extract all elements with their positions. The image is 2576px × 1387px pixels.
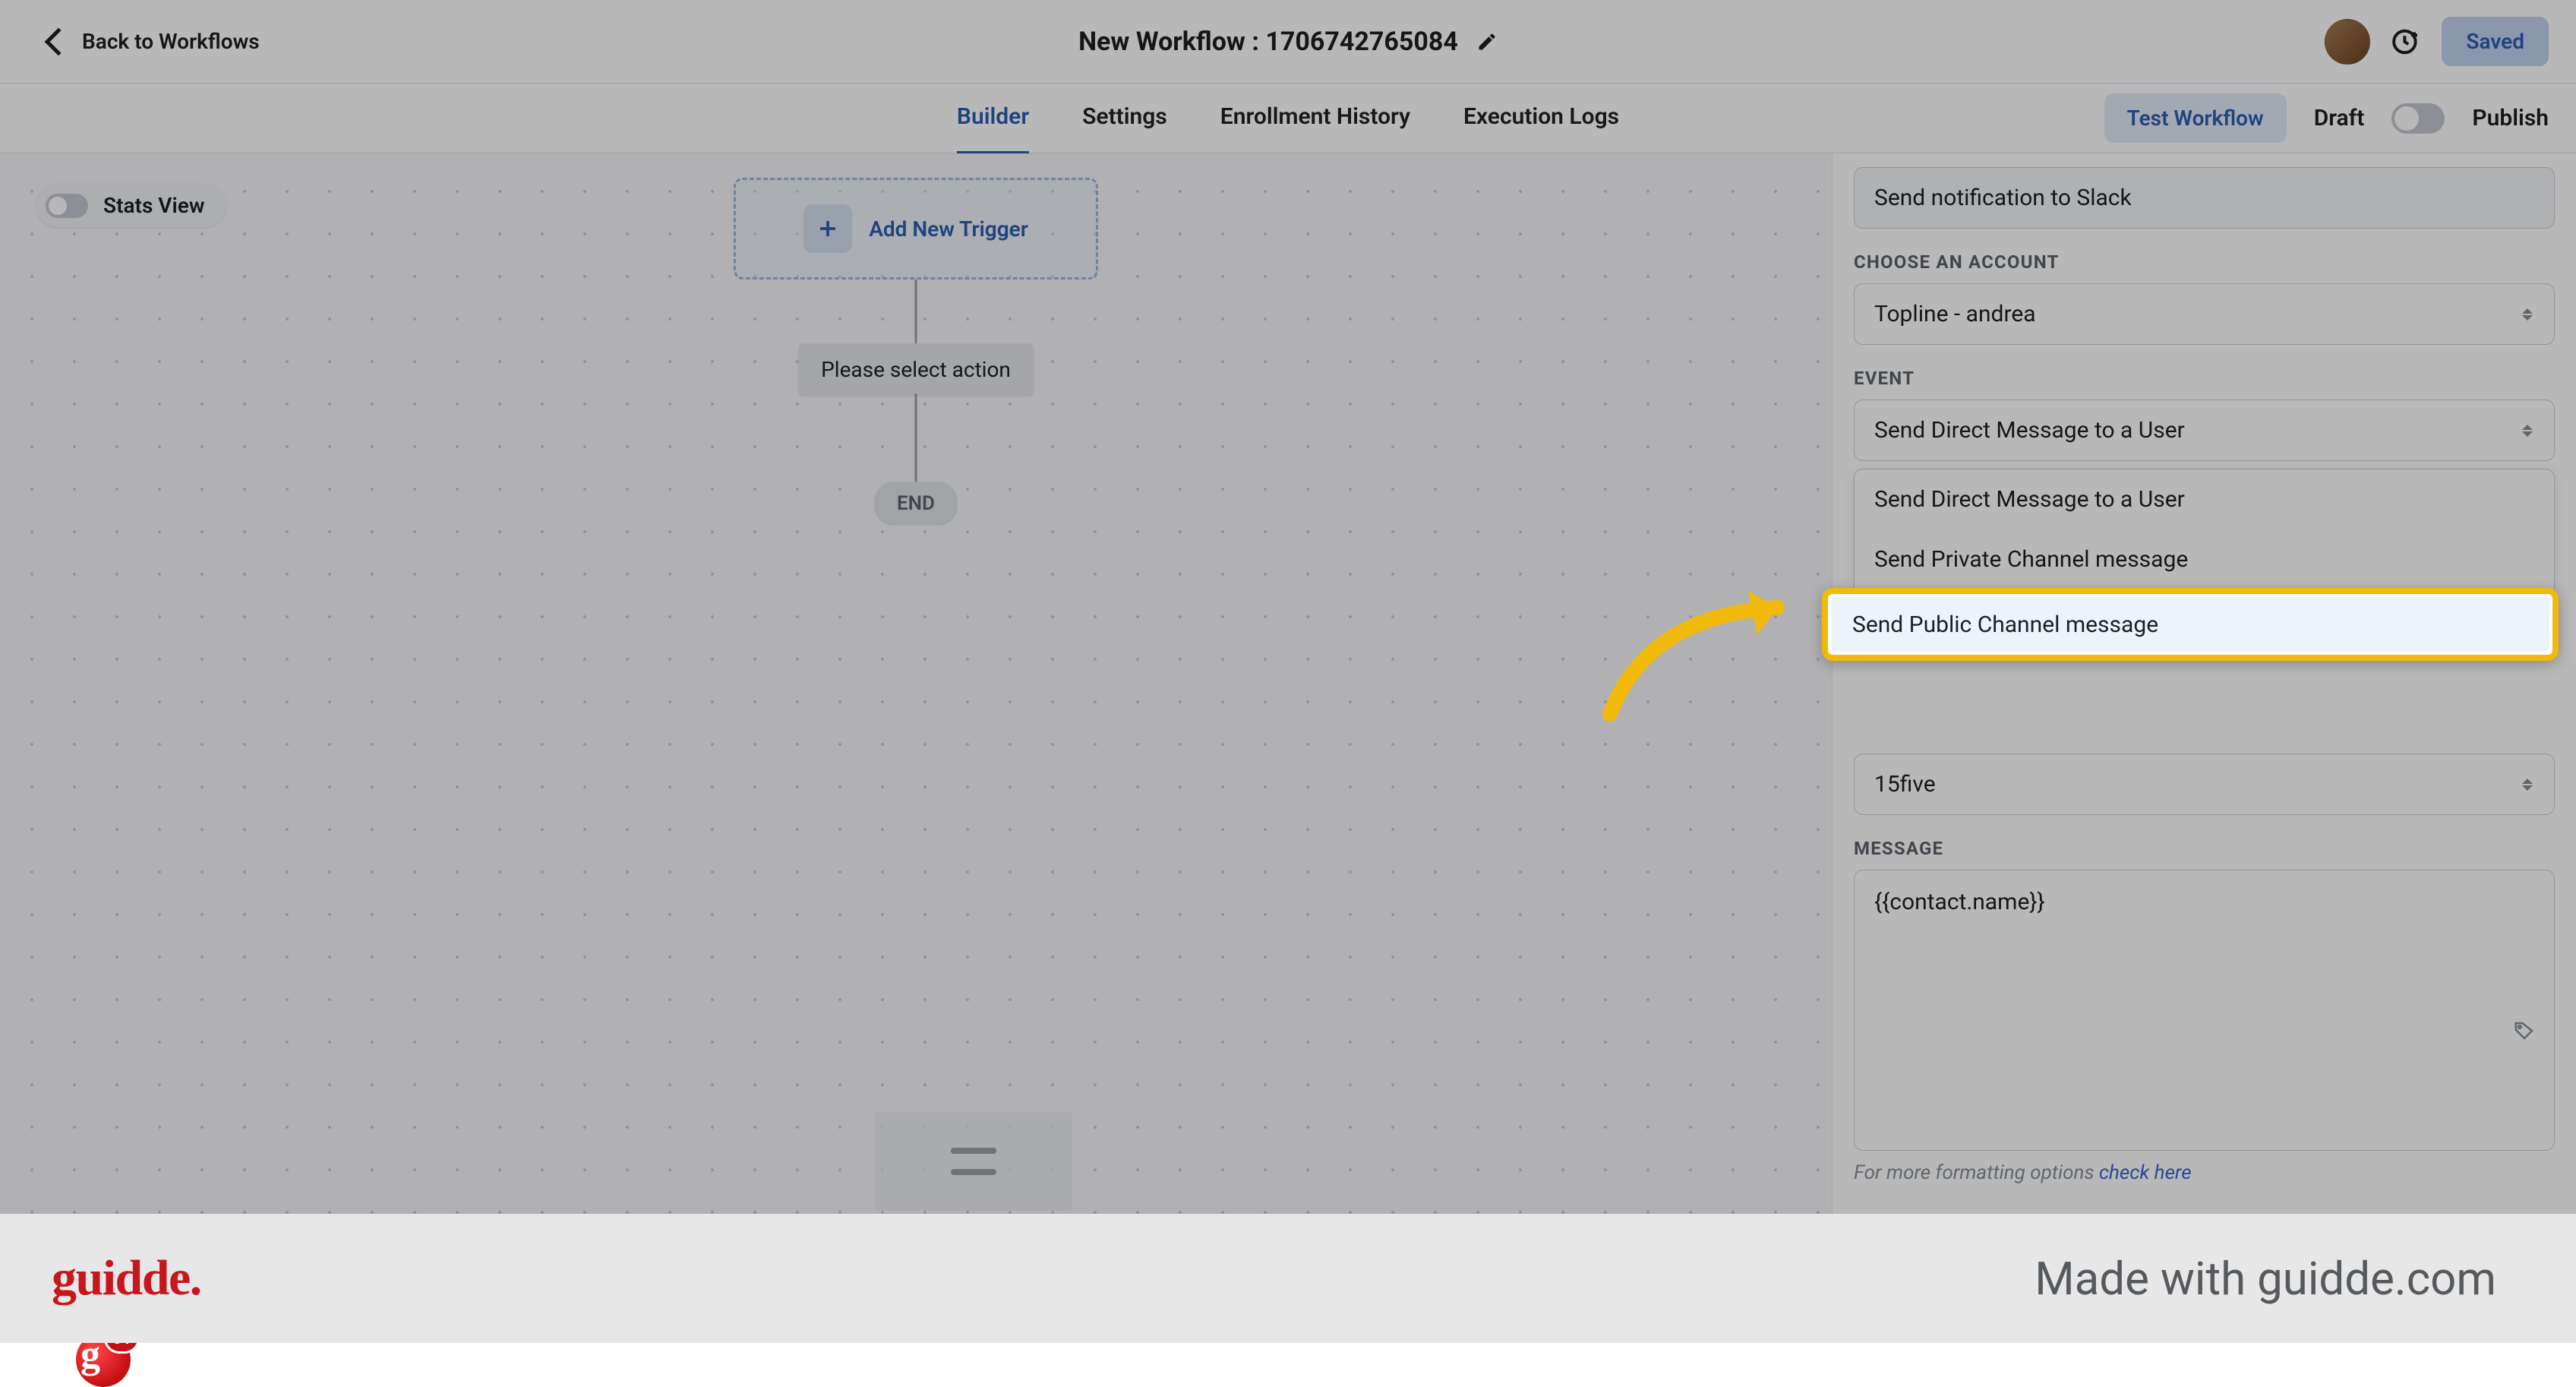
subheader-right: Test Workflow Draft Publish [2104,93,2549,143]
account-value: Topline - andrea [1874,301,2036,327]
account-label: CHOOSE AN ACCOUNT [1854,251,2555,273]
tab-execution[interactable]: Execution Logs [1463,82,1619,155]
message-value: {{contact.name}} [1874,889,2045,915]
publish-toggle[interactable] [2391,103,2445,134]
add-trigger-box[interactable]: Add New Trigger [734,178,1098,280]
connector-line [915,393,917,482]
subheader: Builder Settings Enrollment History Exec… [0,84,2576,153]
stats-view-pill: Stats View [36,184,226,227]
main: Stats View Add New Trigger Please select… [0,153,2576,1215]
stats-view-label: Stats View [103,193,205,218]
message-field-block: MESSAGE {{contact.name}} For more format… [1854,838,2555,1184]
side-panel: Send notification to Slack CHOOSE AN ACC… [1832,153,2576,1215]
highlight-option[interactable]: Send Public Channel message [1831,597,2549,652]
workflow-title: New Workflow : 1706742765084 [1078,27,1458,57]
highlight-box: Send Public Channel message [1822,588,2559,661]
back-button[interactable]: Back to Workflows [49,29,260,54]
message-textarea[interactable]: {{contact.name}} [1854,870,2555,1151]
tab-enrollment[interactable]: Enrollment History [1220,82,1410,155]
connector-line [915,280,917,343]
activity-icon[interactable] [2391,27,2420,56]
account-field-block: CHOOSE AN ACCOUNT Topline - andrea [1854,251,2555,345]
select-action-node[interactable]: Please select action [798,343,1034,396]
add-trigger-plus-button[interactable] [803,204,852,253]
notification-input[interactable]: Send notification to Slack [1854,167,2555,229]
saved-button[interactable]: Saved [2442,17,2549,66]
tag-icon[interactable] [2513,1019,2536,1042]
guidde-logo: guidde. [52,1250,201,1307]
select-caret-icon [2521,425,2534,437]
minimap[interactable] [875,1112,1072,1211]
header-right: Saved [2325,17,2549,66]
select-caret-icon [2521,308,2534,321]
draft-label: Draft [2314,105,2365,131]
message-label: MESSAGE [1854,838,2555,859]
title-wrap: New Workflow : 1706742765084 [1078,27,1498,57]
event-label: EVENT [1854,368,2555,389]
minimap-bar [951,1169,996,1175]
canvas[interactable]: Stats View Add New Trigger Please select… [0,153,1832,1215]
publish-label: Publish [2472,105,2549,131]
edit-icon[interactable] [1476,31,1498,52]
event-option-direct-message[interactable]: Send Direct Message to a User [1855,469,2554,529]
add-trigger-label: Add New Trigger [869,216,1028,242]
end-node: END [874,482,958,526]
select-caret-icon [2521,779,2534,791]
event-option-private-channel[interactable]: Send Private Channel message [1855,529,2554,589]
chevron-left-icon [45,27,73,55]
stats-view-toggle[interactable] [46,194,88,218]
made-with: Made with guidde.com [2035,1252,2496,1306]
minimap-bar [951,1148,996,1154]
plus-icon [816,217,839,240]
footer: guidde. Made with guidde.com [0,1214,2576,1343]
tabs: Builder Settings Enrollment History Exec… [957,82,1619,155]
test-workflow-button[interactable]: Test Workflow [2104,93,2287,143]
formatting-hint: For more formatting options check here [1854,1161,2555,1184]
event-value: Send Direct Message to a User [1874,417,2185,444]
channel-select[interactable]: 15five [1854,754,2555,815]
hint-link[interactable]: check here [2099,1161,2192,1184]
channel-field-block: 15five [1854,754,2555,815]
app-header: Back to Workflows New Workflow : 1706742… [0,0,2576,84]
avatar[interactable] [2325,19,2370,65]
channel-value: 15five [1874,771,1936,798]
notification-value: Send notification to Slack [1874,185,2132,211]
tab-builder[interactable]: Builder [957,82,1029,155]
tab-settings[interactable]: Settings [1082,82,1167,155]
event-select[interactable]: Send Direct Message to a User [1854,400,2555,461]
notification-field: Send notification to Slack [1854,167,2555,229]
hint-text: For more formatting options [1854,1161,2099,1184]
account-select[interactable]: Topline - andrea [1854,283,2555,345]
back-label: Back to Workflows [82,29,260,54]
